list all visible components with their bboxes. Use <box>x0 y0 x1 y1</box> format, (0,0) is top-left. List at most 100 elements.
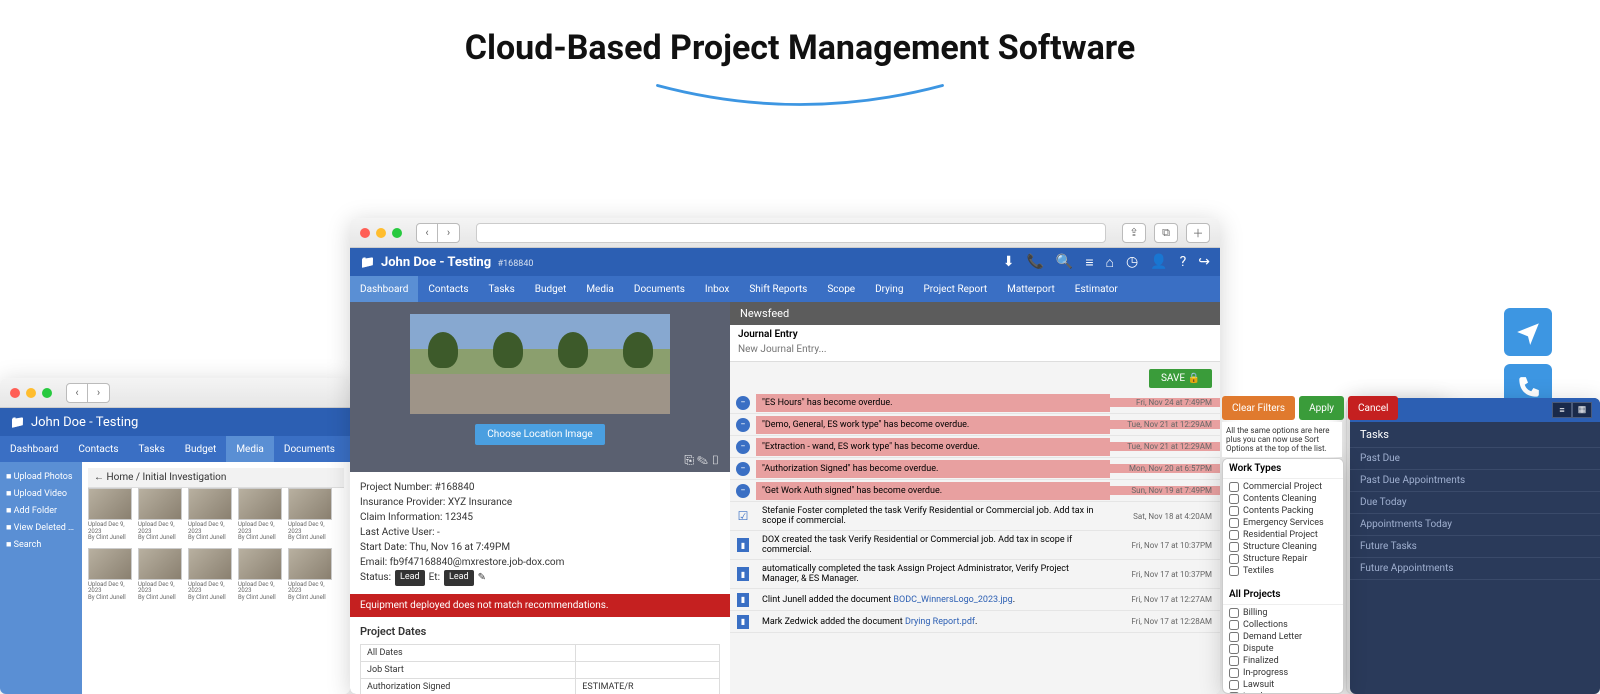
task-section-appointments-today[interactable]: Appointments Today <box>1350 514 1600 536</box>
task-section-future-tasks[interactable]: Future Tasks <box>1350 536 1600 558</box>
sidenav-add-folder[interactable]: ■ Add Folder <box>4 502 78 519</box>
view-toggle[interactable]: ≡▦ <box>1552 402 1592 418</box>
journal-input[interactable] <box>738 342 1212 357</box>
task-section-past-due-appointments[interactable]: Past Due Appointments <box>1350 470 1600 492</box>
thumbnail[interactable]: Upload Dec 9, 2023By Clint Junell <box>288 488 332 542</box>
home-icon[interactable]: ⌂ <box>1106 254 1114 271</box>
filter-commercial-project[interactable]: Commercial Project <box>1227 481 1339 493</box>
add-tab-icon[interactable]: ＋ <box>1186 223 1210 243</box>
note-icon[interactable]: ▯ <box>711 453 720 467</box>
filter-dispute[interactable]: Dispute <box>1227 643 1339 655</box>
clock-icon[interactable]: ◷ <box>1126 254 1138 270</box>
thumbnail[interactable]: Upload Dec 9, 2023By Clint Junell <box>88 488 132 542</box>
tab-media[interactable]: Media <box>226 436 274 462</box>
tab-shift-reports[interactable]: Shift Reports <box>739 276 817 302</box>
address-bar[interactable] <box>476 223 1106 243</box>
tab-documents[interactable]: Documents <box>274 436 345 462</box>
status-row: Status: Lead Et: Lead ✎ <box>360 570 720 586</box>
all-projects-title: All Projects <box>1223 585 1343 605</box>
filter-structure-repair[interactable]: Structure Repair <box>1227 553 1339 565</box>
filter-emergency-services[interactable]: Emergency Services <box>1227 517 1339 529</box>
nav-arrows[interactable]: ‹› <box>66 383 110 403</box>
filter-contents-packing[interactable]: Contents Packing <box>1227 505 1339 517</box>
tab-estimator[interactable]: Estimator <box>1065 276 1128 302</box>
copy-icon[interactable]: ⎘ <box>684 453 694 467</box>
tab-tasks[interactable]: Tasks <box>129 436 175 462</box>
feed-row[interactable]: −"Demo, General, ES work type" has becom… <box>730 414 1220 436</box>
download-icon[interactable]: ⬇ <box>1003 254 1015 270</box>
filter-collections[interactable]: Collections <box>1227 619 1339 631</box>
feed-text: Stefanie Foster completed the task Verif… <box>756 502 1110 530</box>
thumbnail[interactable]: Upload Dec 9, 2023By Clint Junell <box>138 488 182 542</box>
feed-row[interactable]: ☑Stefanie Foster completed the task Veri… <box>730 502 1220 531</box>
tab-dashboard[interactable]: Dashboard <box>0 436 68 462</box>
share-icon[interactable]: ⇪ <box>1122 223 1146 243</box>
filter-contents-cleaning[interactable]: Contents Cleaning <box>1227 493 1339 505</box>
feed-row[interactable]: ▮DOX created the task Verify Residential… <box>730 531 1220 560</box>
menu-icon[interactable]: ≡ <box>1085 254 1093 271</box>
tab-budget[interactable]: Budget <box>525 276 577 302</box>
floating-button-top[interactable] <box>1504 308 1552 356</box>
photo-tools: ⎘ ✎ ▯ <box>350 449 730 472</box>
phone-icon[interactable]: 📞 <box>1026 254 1043 270</box>
tab-media[interactable]: Media <box>576 276 624 302</box>
sidenav-search[interactable]: ■ Search <box>4 536 78 553</box>
edit-icon[interactable]: ✎ <box>697 453 708 467</box>
thumbnail[interactable]: Upload Dec 9, 2023By Clint Junell <box>88 548 132 602</box>
tab-inbox[interactable]: Inbox <box>695 276 739 302</box>
filter-structure-cleaning[interactable]: Structure Cleaning <box>1227 541 1339 553</box>
thumbnail[interactable]: Upload Dec 9, 2023By Clint Junell <box>238 488 282 542</box>
tab-drying[interactable]: Drying <box>865 276 913 302</box>
filter-billing[interactable]: Billing <box>1227 607 1339 619</box>
help-icon[interactable]: ? <box>1180 254 1187 270</box>
tab-contacts[interactable]: Contacts <box>68 436 128 462</box>
sidenav-upload-photos[interactable]: ■ Upload Photos <box>4 468 78 485</box>
filter-demand-letter[interactable]: Demand Letter <box>1227 631 1339 643</box>
sidenav-upload-video[interactable]: ■ Upload Video <box>4 485 78 502</box>
filter-residential-project[interactable]: Residential Project <box>1227 529 1339 541</box>
feed-row[interactable]: ▮Mark Zedwick added the document Drying … <box>730 611 1220 633</box>
feed-row[interactable]: −"Authorization Signed" has become overd… <box>730 458 1220 480</box>
project-id: #168840 <box>498 259 534 269</box>
tab-tasks[interactable]: Tasks <box>479 276 525 302</box>
edit-icon[interactable]: ✎ <box>478 570 486 585</box>
search-icon[interactable]: 🔍 <box>1056 254 1073 270</box>
tabs-icon[interactable]: ⧉ <box>1154 223 1178 243</box>
thumbnail[interactable]: Upload Dec 9, 2023By Clint Junell <box>288 548 332 602</box>
task-section-future-appointments[interactable]: Future Appointments <box>1350 558 1600 580</box>
thumbnail[interactable]: Upload Dec 9, 2023By Clint Junell <box>138 548 182 602</box>
task-section-due-today[interactable]: Due Today <box>1350 492 1600 514</box>
feed-row[interactable]: ▮automatically completed the task Assign… <box>730 560 1220 589</box>
thumbnail[interactable]: Upload Dec 9, 2023By Clint Junell <box>238 548 282 602</box>
task-section-past-due[interactable]: Past Due <box>1350 448 1600 470</box>
breadcrumb[interactable]: ← Home / Initial Investigation <box>88 468 344 488</box>
tab-matterport[interactable]: Matterport <box>997 276 1065 302</box>
user-icon[interactable]: 👤 <box>1150 254 1167 270</box>
thumbnail[interactable]: Upload Dec 9, 2023By Clint Junell <box>188 548 232 602</box>
filter-finalized[interactable]: Finalized <box>1227 655 1339 667</box>
feed-text: automatically completed the task Assign … <box>756 560 1110 588</box>
thumbnail[interactable]: Upload Dec 9, 2023By Clint Junell <box>188 488 232 542</box>
feed-row[interactable]: ▮Clint Junell added the document BODC_Wi… <box>730 589 1220 611</box>
tab-contacts[interactable]: Contacts <box>418 276 478 302</box>
clear-filters-button[interactable]: Clear Filters <box>1222 396 1295 420</box>
tab-budget[interactable]: Budget <box>175 436 227 462</box>
tab-dashboard[interactable]: Dashboard <box>350 276 418 302</box>
feed-icon: − <box>730 396 756 410</box>
apply-button[interactable]: Apply <box>1299 396 1344 420</box>
sidenav-view-deleted-files[interactable]: ■ View Deleted Files <box>4 519 78 536</box>
filter-lawsuit[interactable]: Lawsuit <box>1227 679 1339 691</box>
feed-row[interactable]: −"Extraction - wand, ES work type" has b… <box>730 436 1220 458</box>
save-button[interactable]: SAVE 🔒 <box>1149 369 1212 388</box>
tab-project-report[interactable]: Project Report <box>913 276 997 302</box>
filter-in-progress[interactable]: In-progress <box>1227 667 1339 679</box>
choose-location-button[interactable]: Choose Location Image <box>475 424 604 445</box>
cancel-button[interactable]: Cancel <box>1348 396 1398 420</box>
nav-arrows[interactable]: ‹› <box>416 223 460 243</box>
filter-textiles[interactable]: Textiles <box>1227 565 1339 577</box>
tab-scope[interactable]: Scope <box>817 276 865 302</box>
logout-icon[interactable]: ↪ <box>1198 254 1210 270</box>
tab-documents[interactable]: Documents <box>624 276 695 302</box>
feed-row[interactable]: −"ES Hours" has become overdue.Fri, Nov … <box>730 392 1220 414</box>
feed-row[interactable]: −"Get Work Auth signed" has become overd… <box>730 480 1220 502</box>
